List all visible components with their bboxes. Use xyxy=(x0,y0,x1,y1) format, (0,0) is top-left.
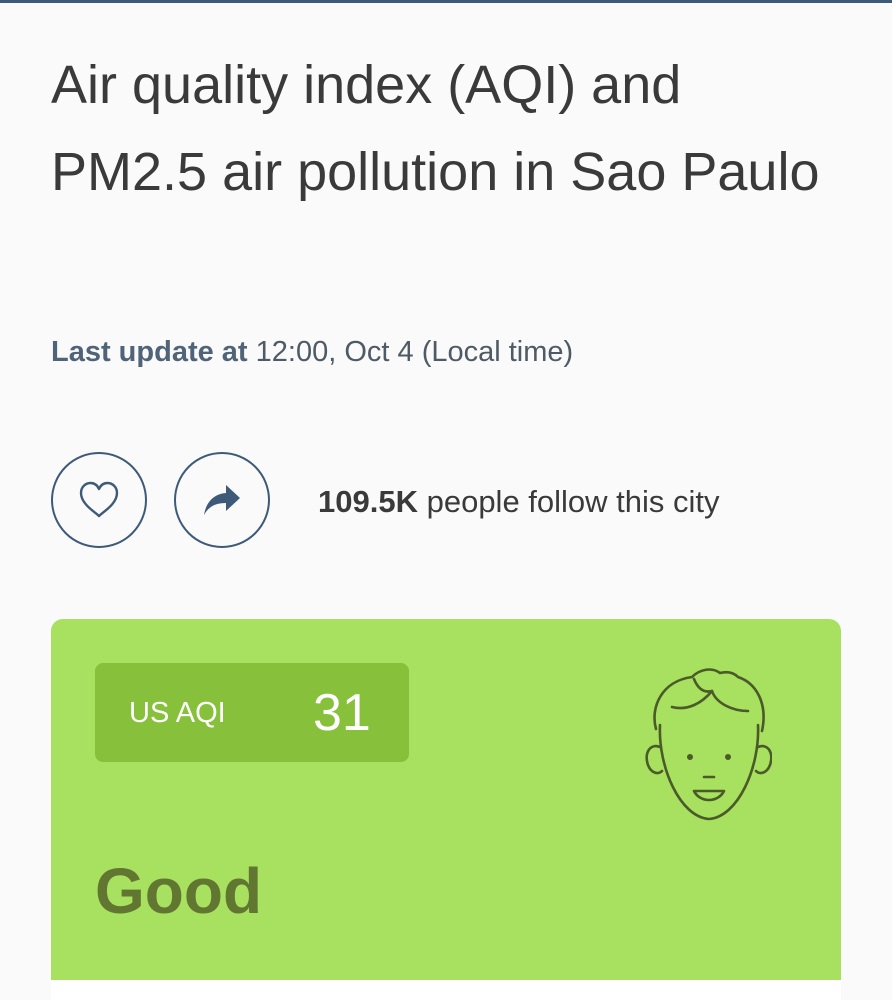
last-update-label: Last update at xyxy=(51,336,248,368)
aqi-badge: US AQI 31 xyxy=(95,663,409,762)
smiling-face-icon xyxy=(645,668,772,821)
share-arrow-icon xyxy=(204,485,240,515)
aqi-value: 31 xyxy=(313,684,371,742)
last-update: Last update at 12:00, Oct 4 (Local time) xyxy=(51,332,573,372)
page-title: Air quality index (AQI) and PM2.5 air po… xyxy=(51,55,820,202)
share-button[interactable] xyxy=(174,452,270,548)
follow-city-button[interactable] xyxy=(51,452,147,548)
last-update-value: 12:00, Oct 4 (Local time) xyxy=(255,336,574,368)
card-footer-strip xyxy=(51,980,841,1000)
aqi-status: Good xyxy=(95,855,263,927)
aqi-card: US AQI 31 Good xyxy=(51,619,841,1000)
top-divider xyxy=(0,0,892,3)
follower-text: people follow this city xyxy=(426,484,720,519)
aqi-label: US AQI xyxy=(129,697,226,729)
heart-icon xyxy=(79,481,119,518)
follower-count: 109.5K xyxy=(318,484,418,519)
follower-info: 109.5K people follow this city xyxy=(318,482,720,522)
